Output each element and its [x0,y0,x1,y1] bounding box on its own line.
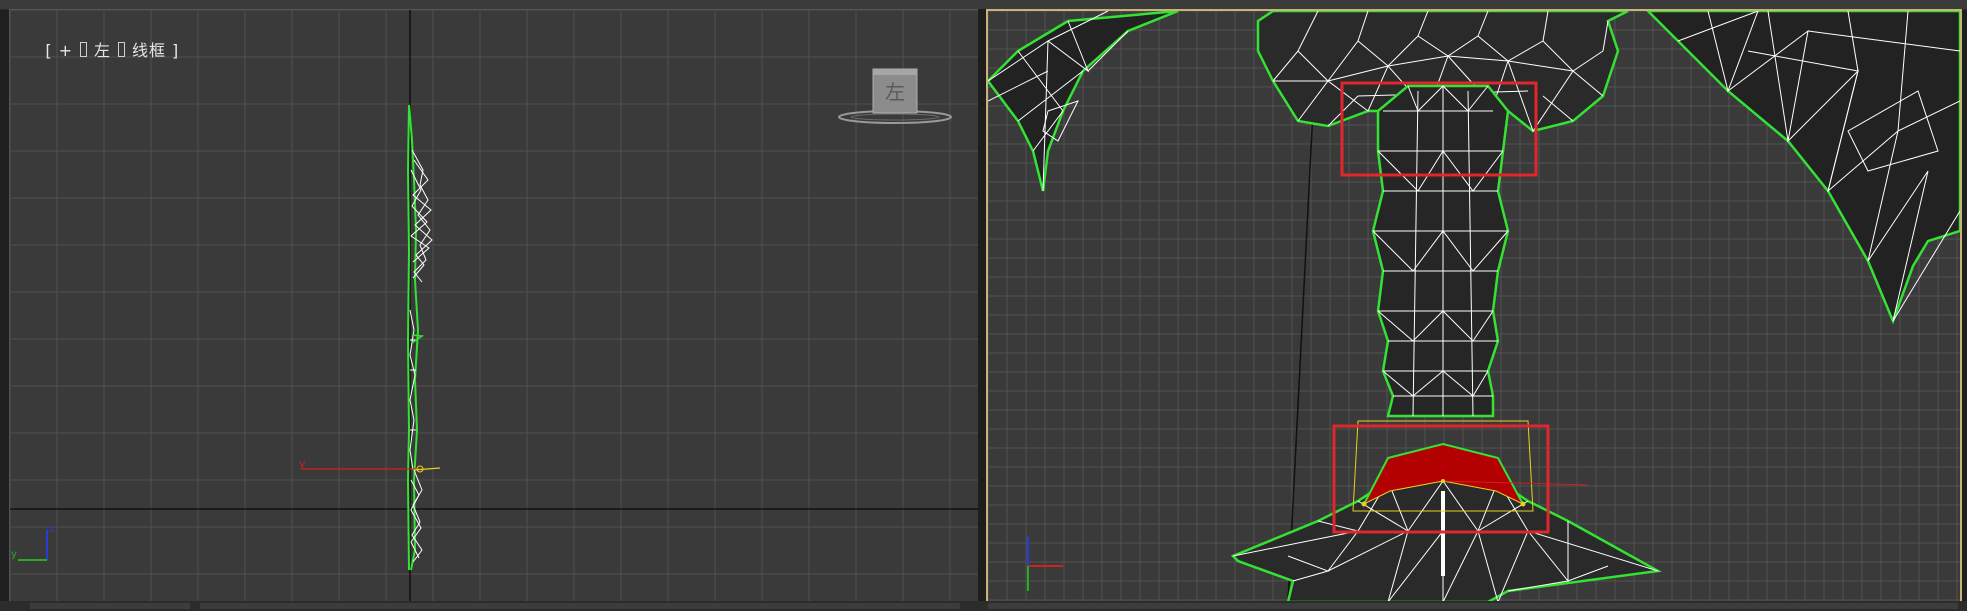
mesh-guard-wing-right[interactable] [1646,11,1960,325]
mesh-handle[interactable] [1371,84,1510,418]
axis-y-label: y [11,549,17,560]
viewport-divider[interactable] [978,9,986,601]
gizmo-y-label: y [299,457,306,470]
axis-tripod: z y [11,524,54,561]
label-plus-menu[interactable]: + [59,41,73,60]
label-bracket-close: ] [172,41,180,60]
bottom-status-strip [0,601,1967,611]
viewport-label-menu[interactable]: [ + 左 线框] [18,18,182,80]
status-segment [988,603,1958,609]
viewport-right-active[interactable] [986,9,1962,604]
transform-gizmo[interactable]: y [299,457,441,473]
label-bracket-open: [ [45,41,53,60]
label-shading-menu[interactable]: 线框 [132,41,166,60]
label-separator-icon [80,42,87,57]
sword-profile-wireframe[interactable] [406,104,433,571]
status-segment [200,603,960,609]
left-viewport-canvas: y 左 z y [10,10,979,601]
viewport-left[interactable]: y 左 z y [ + 左 线框] [9,9,980,602]
right-viewport-canvas [988,11,1960,602]
viewcube-face-label: 左 [885,80,905,104]
label-view-menu[interactable]: 左 [94,41,111,60]
status-segment [30,603,190,609]
left-grid [10,10,979,601]
mesh-pommel-guard[interactable] [1230,479,1662,602]
axis-z-label: z [49,524,54,535]
label-separator-icon [118,42,126,57]
